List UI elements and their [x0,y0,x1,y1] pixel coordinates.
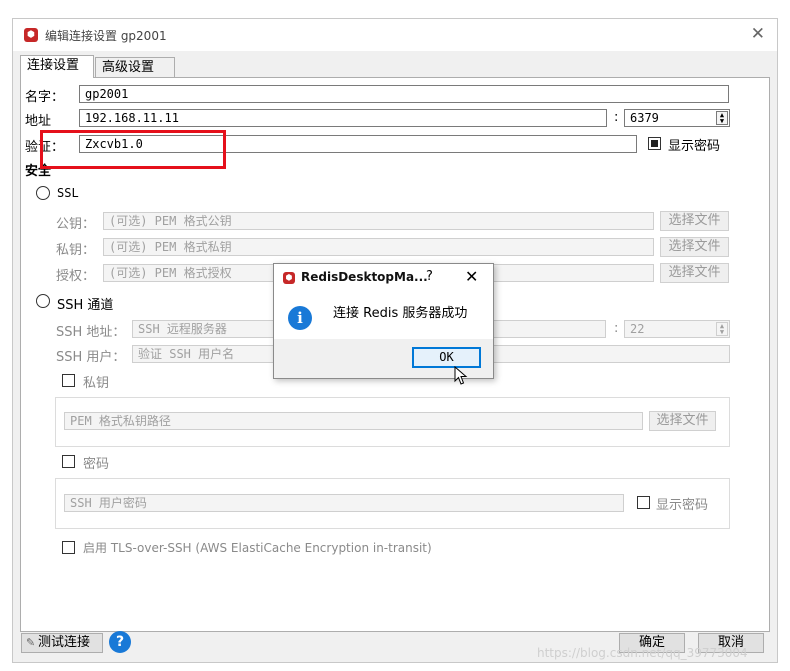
dialog-close-icon[interactable]: ✕ [465,267,478,286]
success-dialog: ⬢ RedisDesktopMa... ? ✕ i 连接 Redis 服务器成功… [273,263,494,379]
ssh-password-checkbox[interactable] [62,455,75,468]
app-logo-icon: ⬢ [24,28,38,42]
name-input[interactable]: gp2001 [79,85,729,103]
ssh-user-label: SSH 用户： [56,350,126,365]
port-spinner-icon[interactable]: ▲ ▼ [716,111,728,125]
ssh-show-password-checkbox[interactable] [637,496,650,509]
ssh-private-key-checkbox[interactable] [62,374,75,387]
dialog-message: 连接 Redis 服务器成功 [333,306,468,321]
ssh-password-label: 密码 [83,457,110,472]
test-connection-label: 测试连接 [38,635,91,650]
dialog-body: i 连接 Redis 服务器成功 [274,292,493,339]
test-connection-button[interactable]: ✎ 测试连接 [21,633,103,653]
ssl-private-key-label: 私钥： [56,243,96,258]
show-password-checkbox[interactable] [648,137,661,150]
ssl-authority-choose-file-button[interactable]: 选择文件 [660,263,729,283]
ssl-authority-label: 授权： [56,269,96,284]
ssh-port-separator: : [614,321,619,336]
ssl-radio[interactable] [36,186,50,200]
auth-highlight-box [40,130,226,169]
ssh-address-label: SSH 地址： [56,325,126,340]
ssh-private-key-choose-file-button[interactable]: 选择文件 [649,411,716,431]
ssh-password-group: SSH 用户密码 显示密码 [55,478,730,529]
address-input[interactable]: 192.168.11.11 [79,109,607,127]
port-separator: : [614,110,619,125]
address-label: 地址 [25,114,52,129]
port-input[interactable]: 6379 ▲ ▼ [624,109,730,127]
dialog-app-logo-icon: ⬢ [283,272,295,284]
window-titlebar: ⬢ 编辑连接设置 gp2001 ✕ [13,19,777,51]
ssh-password-input[interactable]: SSH 用户密码 [64,494,624,512]
ssl-public-key-input[interactable]: (可选) PEM 格式公钥 [103,212,654,230]
test-connection-icon: ✎ [26,636,36,649]
ssh-show-password-label: 显示密码 [656,498,709,513]
window-close-icon[interactable]: ✕ [751,24,765,44]
help-icon[interactable]: ? [109,631,131,653]
port-value: 6379 [630,111,659,125]
ssl-public-key-choose-file-button[interactable]: 选择文件 [660,211,729,231]
ssh-private-key-path-input[interactable]: PEM 格式私钥路径 [64,412,643,430]
show-password-label: 显示密码 [668,139,721,154]
ssl-private-key-choose-file-button[interactable]: 选择文件 [660,237,729,257]
ssh-port-value: 22 [630,322,645,336]
ssl-public-key-label: 公钥： [56,217,96,232]
mouse-cursor-icon [454,366,468,385]
dialog-titlebar: ⬢ RedisDesktopMa... ? ✕ [274,264,493,292]
ssh-private-key-group: PEM 格式私钥路径 选择文件 [55,397,730,447]
tab-connection-settings[interactable]: 连接设置 [20,55,94,78]
dialog-title: RedisDesktopMa... [301,270,428,284]
window-title: 编辑连接设置 gp2001 [45,29,167,43]
name-label: 名字： [25,90,65,105]
ssh-tunnel-label: SSH 通道 [57,298,114,313]
watermark-text: https://blog.csdn.net/qq_39773004 [537,646,748,660]
tab-advanced-settings[interactable]: 高级设置 [95,57,175,77]
ssh-radio[interactable] [36,294,50,308]
ssh-private-key-label: 私钥 [83,376,110,391]
ssh-port-input[interactable]: 22 ▲ ▼ [624,320,730,338]
ssl-private-key-input[interactable]: (可选) PEM 格式私钥 [103,238,654,256]
tls-over-ssh-label: 启用 TLS-over-SSH (AWS ElastiCache Encrypt… [83,541,432,555]
info-icon: i [288,306,312,330]
dialog-help-icon[interactable]: ? [426,269,433,284]
dialog-ok-button[interactable]: OK [412,347,481,368]
ssh-port-spinner-icon[interactable]: ▲ ▼ [716,322,728,336]
tls-over-ssh-checkbox[interactable] [62,541,75,554]
ssl-label: SSL [57,186,79,200]
